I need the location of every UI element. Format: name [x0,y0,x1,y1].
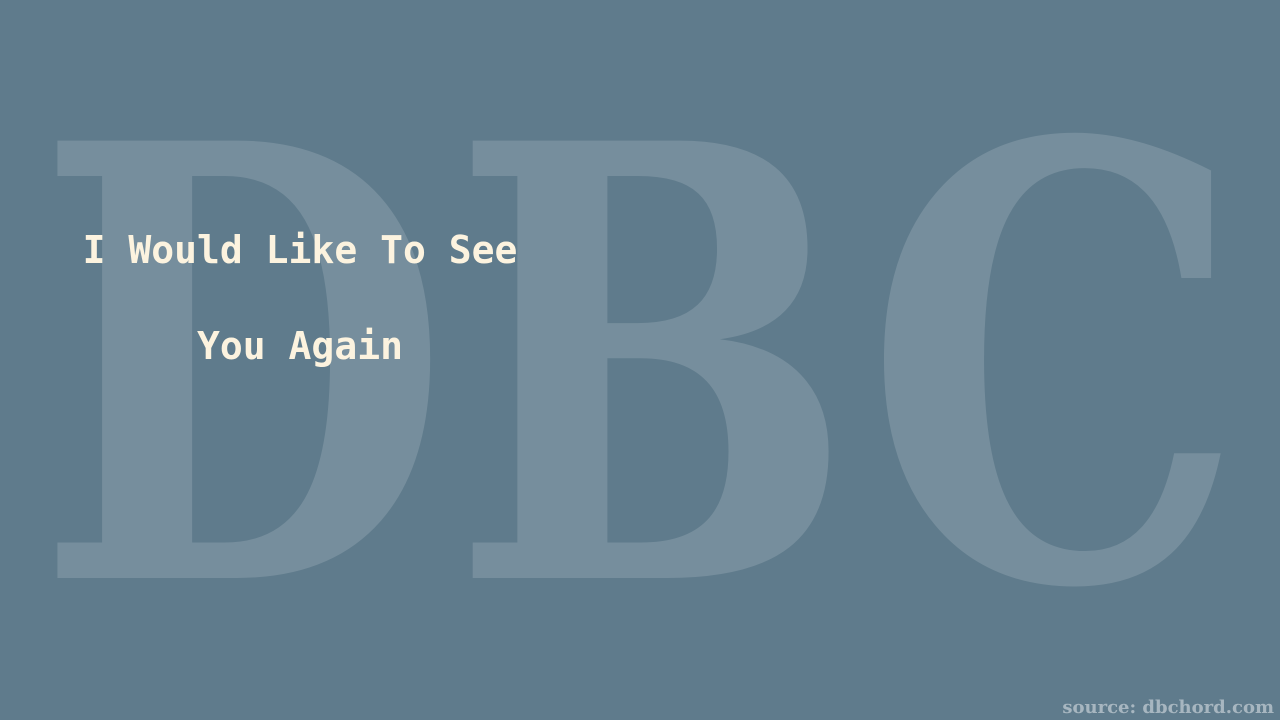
source-credit: source: dbchord.com [1062,697,1274,718]
lyric-line-2: You Again [197,324,403,368]
lyric-line-1: I Would Like To See [82,228,518,272]
